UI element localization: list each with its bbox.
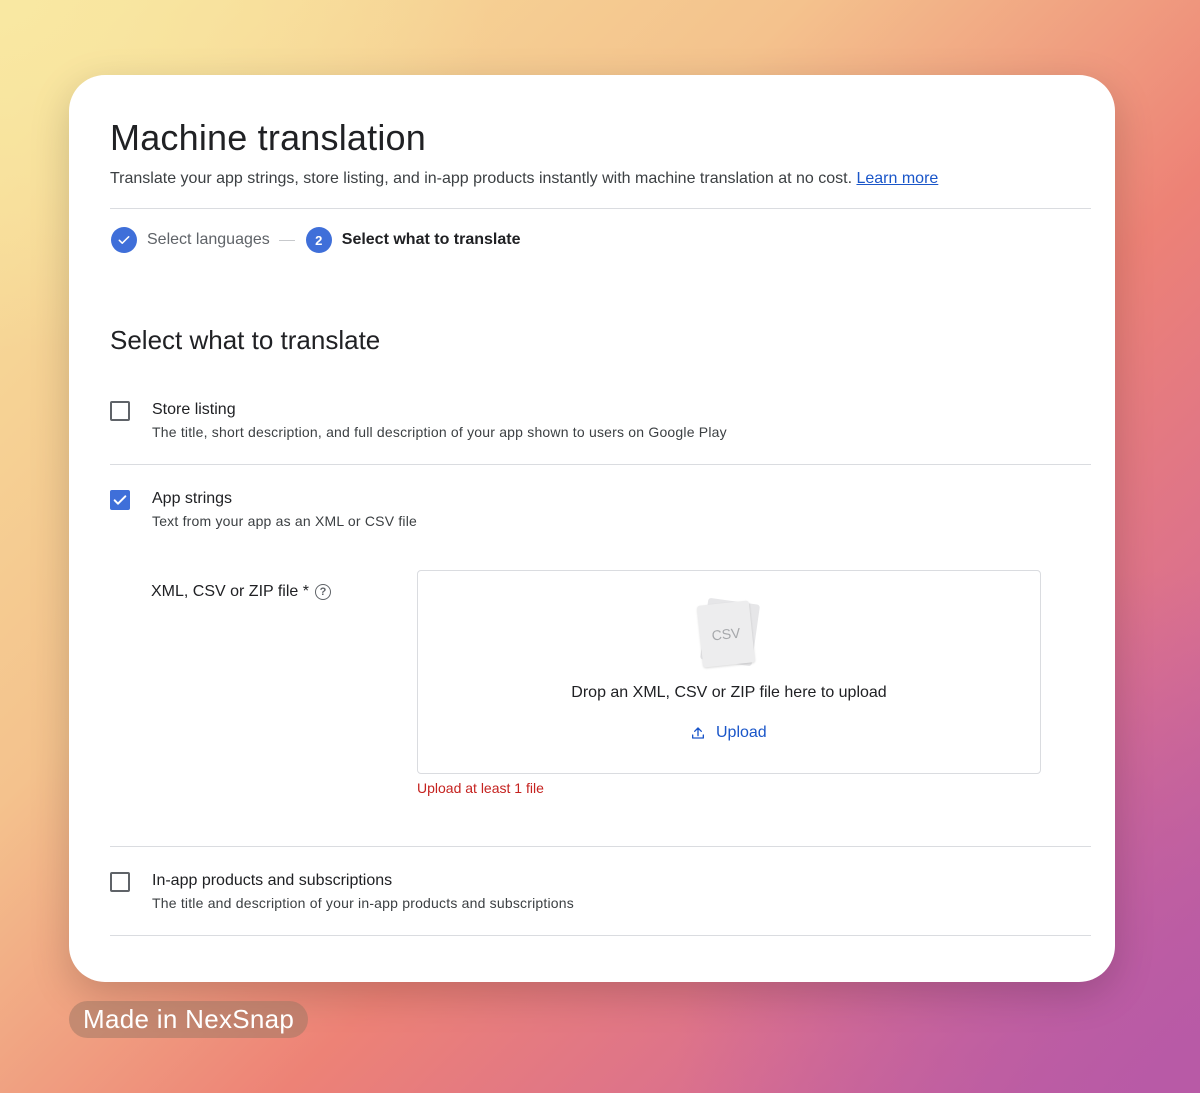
stepper: Select languages 2 Select what to transl… (111, 227, 520, 253)
option-divider (110, 464, 1091, 465)
file-field-label-text: XML, CSV or ZIP file * (151, 583, 309, 600)
option-store-listing: Store listing The title, short descripti… (110, 400, 727, 440)
app-strings-description: Text from your app as an XML or CSV file (152, 513, 418, 529)
page-title: Machine translation (110, 117, 426, 158)
check-icon (113, 495, 127, 505)
upload-button-label: Upload (716, 724, 767, 741)
step-2-number: 2 (305, 227, 332, 253)
app-strings-checkbox[interactable] (110, 490, 130, 510)
step-1-check-icon (111, 227, 137, 253)
machine-translation-card: Machine translation Translate your app s… (69, 75, 1115, 982)
upload-button[interactable]: Upload (690, 721, 767, 745)
learn-more-link[interactable]: Learn more (856, 170, 938, 187)
option-divider (110, 935, 1091, 936)
drop-instructions: Drop an XML, CSV or ZIP file here to upl… (571, 684, 887, 701)
in-app-products-label: In-app products and subscriptions (152, 872, 393, 889)
option-in-app-products: In-app products and subscriptions The ti… (110, 871, 574, 911)
store-listing-description: The title, short description, and full d… (152, 424, 727, 440)
upload-error-message: Upload at least 1 file (417, 780, 544, 796)
in-app-products-description: The title and description of your in-app… (152, 895, 574, 911)
option-divider (110, 846, 1091, 847)
csv-file-type: CSV (696, 600, 756, 668)
step-2-label: Select what to translate (341, 231, 521, 248)
upload-icon (692, 727, 704, 739)
watermark-badge: Made in NexSnap (69, 1001, 309, 1038)
file-field-label: XML, CSV or ZIP file * ? (151, 583, 331, 601)
option-app-strings: App strings Text from your app as an XML… (110, 489, 417, 529)
subtitle-text: Translate your app strings, store listin… (110, 170, 853, 187)
store-listing-checkbox[interactable] (110, 401, 130, 421)
section-title: Select what to translate (110, 325, 381, 355)
csv-file-icon: CSV (696, 597, 764, 671)
store-listing-label: Store listing (152, 401, 236, 418)
in-app-products-checkbox[interactable] (110, 872, 130, 892)
step-separator (278, 239, 295, 241)
help-icon[interactable]: ? (314, 584, 331, 600)
header-divider (110, 208, 1091, 209)
file-dropzone[interactable]: CSV Drop an XML, CSV or ZIP file here to… (417, 570, 1041, 774)
step-1-label[interactable]: Select languages (147, 231, 270, 249)
app-strings-label: App strings (152, 490, 233, 507)
page-subtitle: Translate your app strings, store listin… (110, 170, 938, 188)
